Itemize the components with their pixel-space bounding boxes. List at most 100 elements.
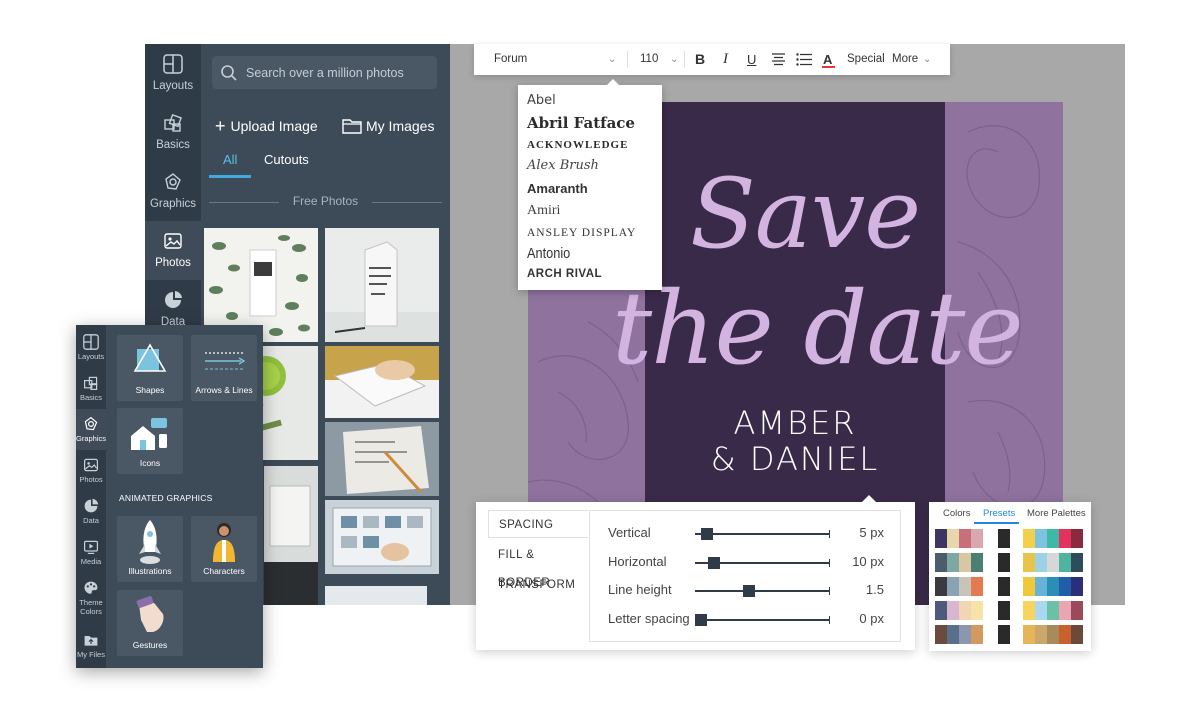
- name-line-2[interactable]: & DANIEL: [645, 440, 945, 478]
- nav-item-layouts[interactable]: Layouts: [145, 44, 201, 103]
- color-swatch[interactable]: [1047, 625, 1059, 644]
- nav-item-my-files[interactable]: My Files: [76, 625, 106, 666]
- color-swatch[interactable]: [971, 529, 983, 548]
- nav-item-graphics[interactable]: Graphics: [76, 409, 106, 450]
- color-swatch[interactable]: [947, 529, 959, 548]
- tile-icons[interactable]: Icons: [117, 408, 183, 474]
- chevron-down-icon[interactable]: ⌄: [923, 44, 931, 75]
- color-swatch[interactable]: [1023, 553, 1035, 572]
- chevron-down-icon[interactable]: ⌄: [608, 44, 616, 75]
- slider-handle[interactable]: [742, 585, 755, 597]
- tab-spacing[interactable]: SPACING: [488, 510, 588, 538]
- color-swatch[interactable]: [947, 601, 959, 620]
- slider-track[interactable]: [695, 616, 830, 624]
- color-swatch[interactable]: [1035, 601, 1047, 620]
- color-swatch[interactable]: [1035, 625, 1047, 644]
- photo-thumbnail[interactable]: [325, 228, 439, 342]
- underline-button[interactable]: U: [747, 44, 756, 75]
- font-option[interactable]: ACKNOWLEDGE: [527, 139, 628, 151]
- font-size-select[interactable]: 110: [640, 44, 658, 75]
- nav-item-graphics[interactable]: Graphics: [145, 162, 201, 221]
- color-swatch[interactable]: [1059, 625, 1071, 644]
- font-option[interactable]: ANSLEY DISPLAY: [527, 227, 636, 239]
- color-swatch[interactable]: [998, 553, 1010, 572]
- color-swatch[interactable]: [1047, 553, 1059, 572]
- color-swatch[interactable]: [1059, 577, 1071, 596]
- color-swatch[interactable]: [947, 553, 959, 572]
- name-line-1[interactable]: AMBER: [645, 404, 945, 442]
- color-swatch[interactable]: [1071, 529, 1083, 548]
- text-color-button[interactable]: A: [823, 44, 832, 75]
- font-option[interactable]: Abril Fatface: [527, 114, 635, 132]
- color-swatch[interactable]: [947, 577, 959, 596]
- color-swatch[interactable]: [1059, 529, 1071, 548]
- color-swatch[interactable]: [1059, 553, 1071, 572]
- italic-button[interactable]: I: [723, 44, 728, 75]
- color-swatch[interactable]: [971, 601, 983, 620]
- color-swatch[interactable]: [998, 625, 1010, 644]
- tile-gestures[interactable]: Gestures: [117, 590, 183, 656]
- slider-handle[interactable]: [707, 557, 720, 569]
- tab-all[interactable]: All: [223, 152, 237, 167]
- color-swatch[interactable]: [1035, 577, 1047, 596]
- color-swatch[interactable]: [1035, 529, 1047, 548]
- nav-item-layouts[interactable]: Layouts: [76, 327, 106, 368]
- color-swatch[interactable]: [1071, 625, 1083, 644]
- color-swatch[interactable]: [1059, 601, 1071, 620]
- font-option[interactable]: Alex Brush: [527, 158, 599, 173]
- font-option[interactable]: Abel: [527, 93, 556, 108]
- color-swatch[interactable]: [959, 625, 971, 644]
- color-swatch[interactable]: [959, 553, 971, 572]
- bold-button[interactable]: B: [695, 44, 705, 75]
- headline-the-date[interactable]: the date: [612, 270, 1024, 387]
- color-swatch[interactable]: [935, 601, 947, 620]
- tile-arrows-lines[interactable]: Arrows & Lines: [191, 335, 257, 401]
- photo-thumbnail[interactable]: [264, 466, 318, 605]
- tile-shapes[interactable]: Shapes: [117, 335, 183, 401]
- nav-item-basics[interactable]: Basics: [76, 368, 106, 409]
- color-swatch[interactable]: [971, 625, 983, 644]
- align-icon[interactable]: [772, 53, 785, 66]
- slider-track[interactable]: [695, 587, 830, 595]
- search-input[interactable]: [246, 56, 431, 89]
- color-swatch[interactable]: [959, 529, 971, 548]
- color-swatch[interactable]: [1047, 601, 1059, 620]
- color-swatch[interactable]: [1047, 529, 1059, 548]
- font-option[interactable]: Amaranth: [527, 181, 588, 196]
- nav-item-data[interactable]: Data: [76, 491, 106, 532]
- tab-fill-border[interactable]: FILL & BORDER: [488, 541, 588, 589]
- color-swatch[interactable]: [971, 553, 983, 572]
- font-family-select[interactable]: Forum: [494, 44, 527, 75]
- slider-handle[interactable]: [695, 614, 707, 626]
- color-swatch[interactable]: [1023, 577, 1035, 596]
- photo-thumbnail[interactable]: [325, 586, 427, 605]
- color-swatch[interactable]: [1071, 553, 1083, 572]
- headline-save[interactable]: Save: [690, 158, 921, 270]
- color-swatch[interactable]: [935, 553, 947, 572]
- nav-item-theme-colors[interactable]: Theme Colors: [76, 573, 106, 623]
- color-swatch[interactable]: [998, 577, 1010, 596]
- color-swatch[interactable]: [1071, 577, 1083, 596]
- tab-presets[interactable]: Presets: [983, 508, 1015, 519]
- color-swatch[interactable]: [1071, 601, 1083, 620]
- tab-transform[interactable]: TRANSFORM: [488, 571, 588, 599]
- photo-thumbnail[interactable]: [325, 346, 439, 418]
- tile-characters[interactable]: Characters: [191, 516, 257, 582]
- font-option[interactable]: Amiri: [527, 203, 560, 219]
- color-swatch[interactable]: [959, 577, 971, 596]
- nav-item-photos[interactable]: Photos: [145, 221, 201, 280]
- nav-item-basics[interactable]: Basics: [145, 103, 201, 162]
- photo-thumbnail[interactable]: [325, 500, 439, 574]
- my-images-button[interactable]: My Images: [342, 116, 434, 136]
- photo-thumbnail[interactable]: [325, 422, 439, 496]
- slider-track[interactable]: [695, 530, 830, 538]
- nav-item-photos[interactable]: Photos: [76, 450, 106, 491]
- color-swatch[interactable]: [1023, 625, 1035, 644]
- more-button[interactable]: More: [892, 44, 918, 75]
- font-option[interactable]: Antonio: [527, 245, 570, 262]
- color-swatch[interactable]: [1023, 601, 1035, 620]
- color-swatch[interactable]: [935, 625, 947, 644]
- nav-item-media[interactable]: Media: [76, 532, 106, 573]
- color-swatch[interactable]: [998, 601, 1010, 620]
- tab-more-palettes[interactable]: More Palettes: [1027, 508, 1086, 519]
